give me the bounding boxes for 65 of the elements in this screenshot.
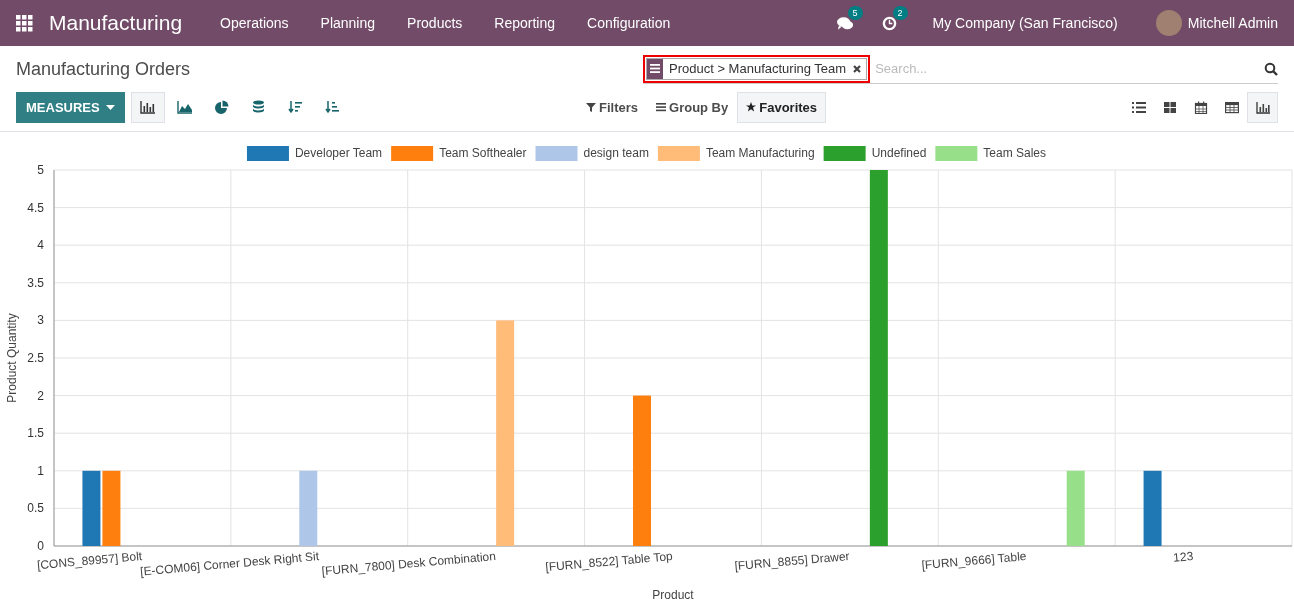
x-axis-title: Product [652, 588, 694, 602]
legend-label: Team Softhealer [439, 146, 527, 160]
list-icon [656, 102, 666, 112]
kanban-view-icon [1162, 100, 1177, 114]
sort-descending-icon [288, 100, 304, 114]
legend-label: Team Sales [983, 146, 1047, 160]
measures-button[interactable]: MEASURES [16, 91, 125, 123]
menu-item[interactable]: Planning [304, 15, 392, 31]
search-field[interactable]: Product > Manufacturing Team Search... [643, 54, 1278, 84]
activity-count-badge: 2 [892, 5, 908, 20]
search-option-button[interactable]: Filters [577, 91, 647, 123]
y-axis-tick-label: 0 [37, 539, 44, 553]
y-axis-tick-label: 1.5 [27, 426, 44, 441]
calendar-icon [1193, 100, 1208, 114]
clock-icon[interactable] [881, 15, 897, 31]
search-icon[interactable] [1264, 61, 1278, 76]
y-axis-tick-label: 5 [37, 163, 44, 177]
search-option-button[interactable]: Favorites [737, 91, 827, 123]
x-axis-tick-label: [FURN_8855] Drawer [733, 549, 851, 574]
facet-label: Product > Manufacturing Team [668, 61, 848, 76]
sort-ascending-icon [325, 100, 341, 114]
legend-label: Team Manufacturing [705, 146, 815, 160]
y-axis-tick-label: 4 [37, 238, 44, 253]
search-option-button[interactable]: Group By [647, 91, 738, 123]
app-grid-icon[interactable] [16, 14, 33, 32]
legend-label: design team [583, 146, 649, 160]
x-axis-tick-label: [FURN_8522] Table Top [544, 549, 674, 575]
bar-chart-icon [140, 100, 156, 114]
y-axis-tick-label: 2.5 [27, 351, 44, 365]
y-axis-title: Product Quantity [5, 313, 19, 403]
y-axis-tick-label: 3 [37, 313, 44, 328]
search-facet[interactable]: Product > Manufacturing Team [646, 57, 868, 80]
legend-label: Undefined [871, 146, 927, 160]
menu-item[interactable]: Operations [204, 15, 305, 31]
y-axis-tick-label: 0.5 [27, 501, 44, 516]
caret-icon [105, 104, 115, 110]
menu-item[interactable]: Reporting [478, 15, 571, 31]
y-axis-tick-label: 3.5 [27, 275, 44, 290]
legend-label: Developer Team [294, 146, 383, 160]
x-axis-tick-label: [FURN_9666] Table [921, 549, 1027, 573]
menu-item[interactable]: Products [391, 15, 479, 31]
user-name[interactable]: Mitchell Admin [1187, 15, 1278, 31]
page-title: Manufacturing Orders [16, 57, 192, 80]
database-icon [251, 100, 267, 114]
x-axis-tick-label: 123 [1172, 549, 1194, 565]
y-axis-tick-label: 2 [37, 388, 44, 403]
chart-mode-button[interactable] [130, 91, 165, 123]
y-axis-tick-label: 4.5 [27, 200, 44, 215]
close-icon[interactable] [852, 63, 863, 74]
pie-chart-icon [214, 100, 230, 114]
star-icon [746, 102, 757, 112]
company-name[interactable]: My Company (San Francisco) [932, 15, 1118, 31]
menu-icon [650, 64, 660, 73]
bar-chart-icon [1255, 100, 1270, 114]
area-chart-icon [177, 100, 193, 114]
menu-item[interactable]: Configuration [571, 15, 687, 31]
list-view-icon [1131, 100, 1146, 114]
app-name: Manufacturing [49, 11, 183, 35]
view-switch-button[interactable] [1247, 91, 1278, 123]
x-axis-tick-label: [FURN_7800] Desk Combination [321, 549, 497, 579]
table-icon [1224, 100, 1239, 114]
y-axis-tick-label: 1 [37, 463, 44, 478]
filter-icon [586, 102, 596, 112]
message-count-badge: 5 [847, 5, 863, 20]
chat-icon[interactable] [836, 15, 854, 31]
